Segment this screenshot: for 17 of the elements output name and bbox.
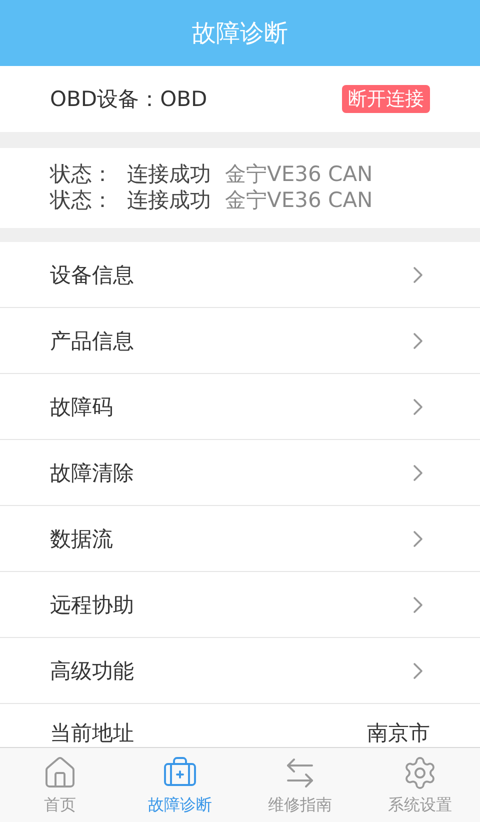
- menu-item[interactable]: 产品信息: [0, 308, 480, 374]
- menu-item[interactable]: 故障清除: [0, 440, 480, 506]
- status-value: 连接成功: [127, 161, 211, 187]
- device-label: OBD设备：OBD: [50, 86, 208, 113]
- page-title: 故障诊断: [192, 18, 288, 49]
- address-label: 当前地址: [50, 720, 134, 746]
- menu-item[interactable]: 远程协助: [0, 572, 480, 638]
- status-label: 状态：: [50, 187, 113, 213]
- device-model: 金宁VE36 CAN: [225, 187, 373, 213]
- status-label: 状态：: [50, 161, 113, 187]
- status-value: 连接成功: [127, 187, 211, 213]
- device-model: 金宁VE36 CAN: [225, 161, 373, 187]
- menu-item[interactable]: 设备信息: [0, 242, 480, 308]
- menu-item[interactable]: 故障码: [0, 374, 480, 440]
- address-value: 南京市: [367, 720, 430, 746]
- menu-item[interactable]: 高级功能: [0, 638, 480, 704]
- menu-item[interactable]: 数据流: [0, 506, 480, 572]
